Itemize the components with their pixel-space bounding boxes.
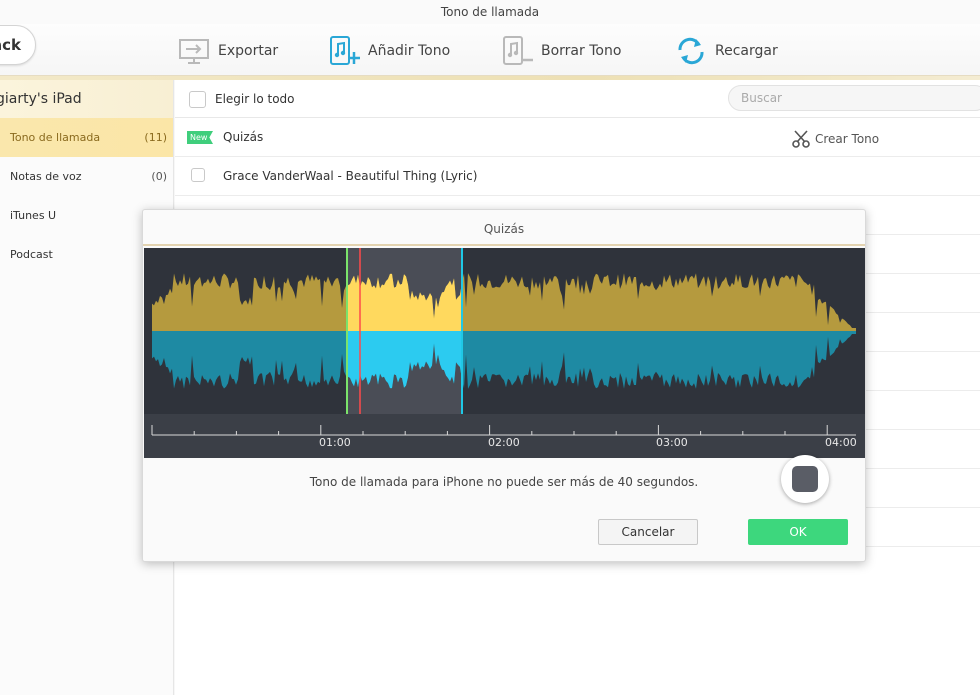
delete-tone-icon xyxy=(501,36,535,66)
sidebar-item-count: (0) xyxy=(151,170,167,183)
add-tone-label: Añadir Tono xyxy=(368,43,451,59)
window-title: Tono de llamada xyxy=(0,0,980,26)
cancel-button[interactable]: Cancelar xyxy=(598,519,698,545)
timeline-label: 03:00 xyxy=(656,436,688,449)
waveform xyxy=(152,248,856,414)
sidebar-item-label: Tono de llamada xyxy=(10,131,101,144)
timeline-label: 01:00 xyxy=(319,436,351,449)
reload-icon xyxy=(675,36,709,66)
stop-icon xyxy=(792,466,818,492)
list-item[interactable]: New Quizás Crear Tono xyxy=(175,118,980,157)
list-item-title: Quizás xyxy=(223,130,264,144)
timeline-label: 04:00 xyxy=(825,436,857,449)
sidebar-item-count: (11) xyxy=(144,131,167,144)
export-icon xyxy=(178,36,212,66)
waveform-editor[interactable]: 01:00 02:00 03:00 04:00 xyxy=(144,248,865,458)
reload-button[interactable]: Recargar xyxy=(675,34,778,68)
timeline-ruler[interactable]: 01:00 02:00 03:00 04:00 xyxy=(144,414,865,458)
scissors-icon xyxy=(792,130,810,148)
select-all-checkbox[interactable] xyxy=(189,91,206,108)
list-item-title: Grace VanderWaal - Beautiful Thing (Lyri… xyxy=(223,169,478,183)
list-item[interactable]: Grace VanderWaal - Beautiful Thing (Lyri… xyxy=(175,157,980,196)
sidebar-item-label: Notas de voz xyxy=(10,170,82,183)
new-badge: New xyxy=(187,131,213,144)
sidebar-item-voice-memos[interactable]: Notas de voz (0) xyxy=(0,157,173,196)
create-tone-label: Crear Tono xyxy=(815,132,880,146)
dialog-message: Tono de llamada para iPhone no puede ser… xyxy=(309,475,699,489)
export-label: Exportar xyxy=(218,43,279,59)
back-button[interactable]: ack xyxy=(0,25,36,65)
delete-tone-button[interactable]: Borrar Tono xyxy=(501,34,621,68)
add-tone-button[interactable]: Añadir Tono xyxy=(328,34,450,68)
row-checkbox[interactable] xyxy=(191,168,205,182)
timeline-label: 02:00 xyxy=(488,436,520,449)
sidebar-item-label: Podcast xyxy=(10,248,53,261)
reload-label: Recargar xyxy=(715,43,778,59)
delete-tone-label: Borrar Tono xyxy=(541,43,622,59)
waveform-top-channel xyxy=(152,273,856,331)
dialog-title: Quizás xyxy=(143,210,865,246)
toolbar: ack Exportar Añadir Tono xyxy=(0,24,980,76)
sidebar-item-ringtones[interactable]: Tono de llamada (11) xyxy=(0,118,173,157)
add-tone-icon xyxy=(328,36,362,66)
create-tone-button[interactable]: Crear Tono xyxy=(792,130,879,148)
stop-button[interactable] xyxy=(781,455,829,503)
device-name[interactable]: giarty's iPad xyxy=(0,80,173,118)
ringtone-editor-dialog: Quizás 01:00 02:00 03:00 04:00 Tono de l… xyxy=(142,209,866,562)
sidebar-item-label: iTunes U xyxy=(10,209,57,222)
ok-button[interactable]: OK xyxy=(748,519,848,545)
select-all-label: Elegir lo todo xyxy=(215,92,295,106)
export-button[interactable]: Exportar xyxy=(178,34,278,68)
list-header: Elegir lo todo xyxy=(175,80,980,118)
waveform-bottom-channel xyxy=(152,331,856,389)
timeline-ticks xyxy=(151,425,856,436)
search-input[interactable] xyxy=(728,85,980,111)
